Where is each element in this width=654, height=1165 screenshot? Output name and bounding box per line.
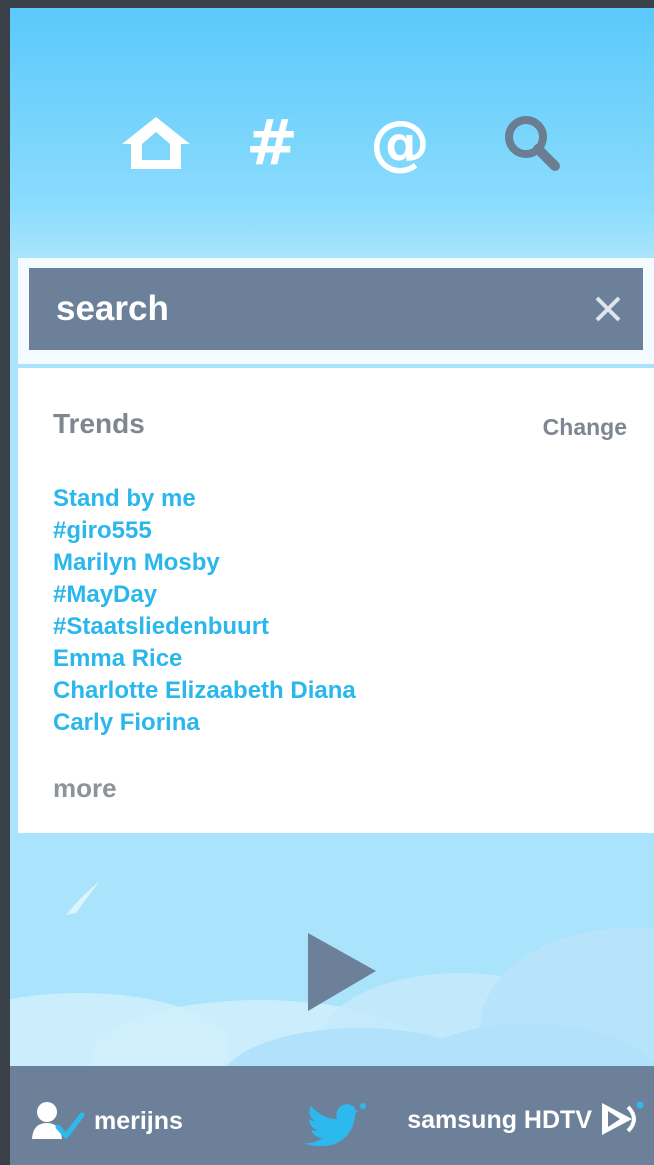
home-icon [122,117,190,169]
trends-panel: Trends Change Stand by me #giro555 Maril… [18,368,654,833]
trend-item[interactable]: Stand by me [53,483,356,515]
username: merijns [94,1106,183,1135]
trend-item[interactable]: Marilyn Mosby [53,547,356,579]
change-trends-link[interactable]: Change [543,414,627,441]
play-button[interactable] [306,933,378,1018]
bird-silhouette [66,881,100,915]
clear-search-button[interactable] [573,268,643,350]
user-account-button[interactable]: merijns [30,1101,183,1141]
trend-item[interactable]: Charlotte Elizaabeth Diana [53,675,356,707]
play-icon [308,933,376,1011]
mentions-nav-button[interactable]: @ [360,108,440,178]
search-icon [505,116,560,171]
trend-item[interactable]: #giro555 [53,515,356,547]
twitter-bird-icon [304,1103,366,1146]
cast-icon [602,1101,644,1135]
trends-title: Trends [53,408,145,439]
trend-item[interactable]: Carly Fiorina [53,707,356,739]
search-input[interactable] [29,268,573,350]
device-name: samsung HDTV [407,1105,592,1134]
trend-item[interactable]: Emma Rice [53,643,356,675]
trend-item[interactable]: #Staatsliedenbuurt [53,611,356,643]
user-check-icon [32,1102,85,1139]
trends-list: Stand by me #giro555 Marilyn Mosby #MayD… [53,483,356,739]
search-frame [18,258,654,364]
search-box [29,268,643,350]
close-icon [595,296,621,322]
app-window: # @ Trends Change Stand by me [10,8,654,1165]
top-nav: # @ [10,8,654,258]
trend-item[interactable]: #MayDay [53,579,356,611]
hashtag-nav-button[interactable]: # [232,108,312,178]
mention-icon: @ [370,108,430,178]
more-trends-link[interactable]: more [53,773,117,804]
home-nav-button[interactable] [116,108,196,178]
search-nav-button[interactable] [492,108,572,178]
device-selector[interactable]: samsung HDTV [407,1099,646,1141]
twitter-logo[interactable] [303,1100,369,1151]
hashtag-icon: # [246,106,298,179]
bottom-bar: merijns samsung HDTV [10,1066,654,1165]
